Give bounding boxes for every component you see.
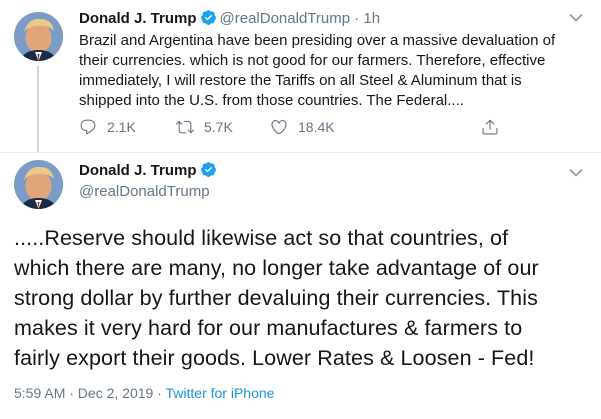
tweet-text-line: .....Reserve should likewise act so that… [14,226,509,250]
avatar-image [14,160,63,209]
reply-count: 2.1K [107,119,136,135]
share-button[interactable] [481,118,509,136]
tweet-text: .....Reserve should likewise act so that… [14,223,594,373]
tweet-1[interactable]: Donald J. Trump @realDonaldTrump · 1h Bra… [0,0,601,152]
avatar[interactable] [14,160,63,209]
avatar[interactable] [14,12,63,61]
reply-icon [80,119,96,135]
retweet-icon [176,120,194,134]
chevron-down-icon[interactable] [569,10,583,28]
like-button[interactable]: 18.4K [270,118,335,136]
handle[interactable]: @realDonaldTrump [220,10,351,27]
reply-button[interactable]: 2.1K [79,118,136,136]
avatar-image [14,12,63,61]
retweet-count: 5.7K [204,119,233,135]
tweet-text-line: Brazil and Argentina have been presiding… [79,32,556,49]
tweet-text-line: fairly export their goods. Lower Rates &… [14,346,535,370]
tweet-text-line: strong dollar by further devaluing their… [14,286,538,310]
tweet-text-line: which there are many, no longer take adv… [14,256,539,280]
source-link[interactable]: Twitter for iPhone [166,385,275,401]
separator-dot: · [354,10,360,27]
tweet-text-line: immediately, I will restore the Tariffs … [79,72,522,89]
tweet-text-line: makes it very hard for our manufactures … [14,316,523,340]
tweet-text-line: their currencies. which is not good for … [79,52,546,69]
display-name-row[interactable]: Donald J. Trump [79,161,220,182]
display-name[interactable]: Donald J. Trump [79,10,197,27]
timestamp[interactable]: 5:59 AM · Dec 2, 2019 · [14,385,166,401]
timestamp[interactable]: 1h [363,10,380,27]
tweet-actions: 2.1K 5.7K 18.4K [79,118,509,140]
retweet-button[interactable]: 5.7K [176,118,233,136]
share-icon [482,119,498,135]
like-icon [271,120,287,135]
tweet-text-line: shipped into the U.S. from those countri… [79,92,464,109]
verified-badge-icon [200,9,217,30]
display-name[interactable]: Donald J. Trump [79,162,197,179]
chevron-down-icon[interactable] [569,165,583,183]
tweet-2: Donald J. Trump @realDonaldTrump .....Re… [0,153,601,419]
verified-badge-icon [200,161,217,182]
tweet-header: Donald J. Trump @realDonaldTrump · 1h [79,9,380,30]
tweet-text: Brazil and Argentina have been presiding… [79,31,579,111]
like-count: 18.4K [298,119,335,135]
handle[interactable]: @realDonaldTrump [79,183,210,200]
thread-connector-line [37,66,39,152]
tweet-metadata: 5:59 AM · Dec 2, 2019 · Twitter for iPho… [14,385,274,401]
